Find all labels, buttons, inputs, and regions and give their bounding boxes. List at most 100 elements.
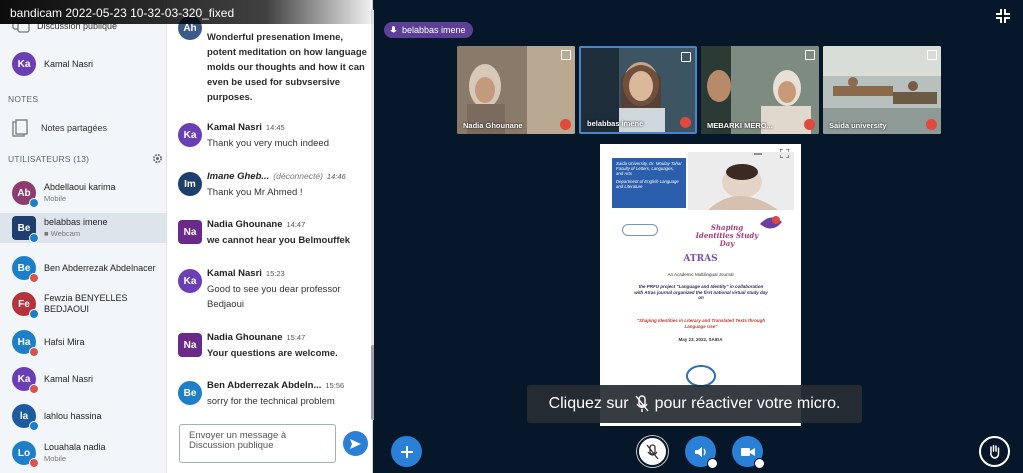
chat-message: Ka Kamal Nasri 14:45 Thank you very much … [178, 122, 368, 162]
message-time: 15:23 [265, 269, 285, 278]
audio-button[interactable] [685, 436, 718, 469]
mic-status-icon [29, 198, 39, 208]
user-name: Hafsi Mira [44, 336, 85, 347]
unmute-button[interactable] [637, 436, 668, 467]
chat-panel: Ah Wonderful presenation Imene, potent m… [167, 0, 373, 473]
toast-text-before: Cliquez sur [548, 395, 629, 412]
user-name: Louahala nadia [44, 442, 106, 452]
send-message-button[interactable] [343, 431, 368, 456]
participant-name: Nadia Ghounane [463, 121, 523, 130]
sender-name: Nadia Ghounane [207, 219, 283, 230]
audio-options-chevron-icon[interactable] [707, 458, 718, 469]
talking-user-name: belabbas imene [402, 25, 466, 35]
users-section-title: UTILISATEURS (13) [8, 154, 90, 164]
user-name: Ben Abderrezak Abdelnacer [44, 262, 156, 273]
video-tile-active[interactable]: belabbas imene [579, 46, 697, 134]
video-tile[interactable]: Saida university [823, 46, 941, 134]
mic-muted-icon [29, 347, 39, 357]
webcam-options-chevron-icon[interactable] [754, 458, 765, 469]
mic-status-icon [29, 309, 39, 319]
sender-name: Ben Abderrezak Abdeln... [207, 380, 322, 391]
notes-icon [12, 119, 28, 137]
user-item[interactable]: Lo Louahala nadia Mobile [0, 439, 166, 468]
chat-message: Ah Wonderful presenation Imene, potent m… [178, 15, 368, 110]
sender-name: Kamal Nasri [207, 122, 262, 133]
avatar: Be [12, 256, 39, 283]
speaker-icon [694, 446, 706, 457]
user-item[interactable]: Ab Abdellaoui karima Mobile [0, 179, 166, 208]
message-time: 15:56 [325, 381, 345, 390]
slide-topic-text: "Shaping Identities in Literary and Tran… [636, 318, 766, 329]
user-item[interactable]: Ha Hafsi Mira [0, 328, 166, 357]
expand-icon[interactable] [681, 52, 691, 62]
participant-name: Saida university [829, 121, 887, 130]
message-text: Thank you very much indeed [207, 138, 329, 149]
avatar: Ka [12, 367, 39, 394]
notes-section-title: NOTES [8, 94, 39, 104]
user-item[interactable]: la lahlou hassina [0, 402, 166, 431]
slide-body-text: the PRFU project "Language and Identity"… [634, 284, 768, 300]
chat-message: Ka Kamal Nasri 15:23 Good to see you dear… [178, 268, 368, 318]
university-logo [622, 224, 658, 236]
user-item[interactable]: Ka Kamal Nasri [0, 365, 166, 394]
avatar: Be [12, 216, 39, 243]
shared-notes-item[interactable]: Notes partagées [0, 116, 166, 140]
sender-name: Nadia Ghounane [207, 332, 283, 343]
fullscreen-layout-icon[interactable] [995, 8, 1011, 24]
offline-status: (déconnecté) [273, 171, 323, 181]
avatar: Ka [178, 269, 202, 293]
window-title-bar: bandicam 2022-05-23 10-32-03-320_fixed [0, 0, 380, 24]
user-sidebar: Discussion publique Ka Kamal Nasri NOTES… [0, 0, 167, 473]
user-item[interactable]: Fe Fewzia BENYELLES BEDJAOUI [0, 290, 166, 319]
message-header: Kamal Nasri 14:45 [207, 122, 285, 133]
slide-header-text: Saida University, Dr. Moulay Tahar Facul… [616, 161, 682, 177]
mic-status-icon [29, 233, 39, 243]
slide-fullscreen-icon[interactable] [780, 149, 789, 158]
avatar: Na [178, 333, 202, 357]
message-header: Ben Abderrezak Abdeln... 15:56 [207, 380, 344, 391]
avatar: Lo [12, 441, 39, 468]
unmute-notification: Cliquez sur pour réactiver votre micro. [527, 385, 862, 423]
avatar: Na [178, 220, 202, 244]
mic-muted-icon [29, 458, 39, 468]
muted-microphone-icon [646, 443, 659, 459]
user-item[interactable]: Be Ben Abderrezak Abdelnacer [0, 254, 166, 283]
avatar: Ha [12, 330, 39, 357]
settings-gear-icon[interactable] [152, 153, 163, 164]
message-header: Nadia Ghounane 15:47 [207, 332, 305, 343]
video-camera-icon [740, 447, 755, 456]
expand-icon[interactable] [561, 50, 571, 60]
slide-close-icon[interactable] [754, 150, 762, 158]
slide-date: May 23, 2022, SAIDA [678, 337, 723, 342]
raise-hand-button[interactable] [979, 436, 1010, 467]
actions-plus-button[interactable] [391, 436, 422, 467]
mic-muted-icon [560, 119, 571, 130]
chat-message-input[interactable]: Envoyer un message à Discussion publique [179, 424, 336, 463]
participant-name: belabbas imene [587, 119, 644, 128]
slide-header-block: Saida University, Dr. Moulay Tahar Facul… [612, 158, 686, 208]
user-item[interactable]: Be belabbas imene ■ Webcam [0, 213, 166, 243]
message-time: 14:47 [286, 220, 306, 229]
avatar: Be [178, 381, 202, 405]
microphone-icon [390, 25, 397, 32]
user-item-top[interactable]: Ka Kamal Nasri [0, 52, 166, 76]
message-text: Good to see you dear professor Bedjaoui [207, 284, 341, 310]
video-tile[interactable]: MEBARKI MERO... [701, 46, 819, 134]
message-time: 15:47 [286, 333, 306, 342]
video-tile[interactable]: Nadia Ghounane [457, 46, 575, 134]
expand-icon[interactable] [805, 50, 815, 60]
slide-photo [688, 152, 794, 210]
chat-message: Na Nadia Ghounane 15:47 Your questions ar… [178, 332, 368, 372]
message-text: Wonderful presenation Imene, potent medi… [207, 32, 367, 103]
expand-icon[interactable] [927, 50, 937, 60]
message-time: 14:45 [265, 123, 285, 132]
message-header: Nadia Ghounane 14:47 [207, 219, 305, 230]
muted-microphone-icon [635, 395, 649, 412]
journal-title: ATRAS [683, 254, 718, 264]
presentation-slide: Saida University, Dr. Moulay Tahar Facul… [600, 144, 801, 426]
sender-name: Imane Gheb... [207, 171, 270, 182]
user-name: Fewzia BENYELLES BEDJAOUI [44, 293, 128, 314]
webcam-button[interactable] [732, 436, 765, 469]
user-name: Kamal Nasri [44, 59, 94, 69]
plus-icon [400, 445, 413, 458]
